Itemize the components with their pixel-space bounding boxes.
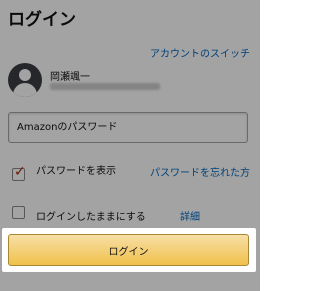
- show-password-label[interactable]: パスワードを表示: [36, 164, 116, 180]
- avatar-head: [19, 69, 31, 81]
- login-button-highlight: ログイン: [2, 228, 256, 272]
- page-title: ログイン: [8, 10, 76, 30]
- keep-signed-in-label[interactable]: ログインしたままにする: [36, 208, 146, 223]
- login-button[interactable]: ログイン: [8, 234, 249, 266]
- switch-account-link[interactable]: アカウントのスイッチ: [150, 45, 250, 60]
- user-name: 岡瀬颯一: [50, 72, 90, 83]
- details-link[interactable]: 詳細: [180, 208, 200, 223]
- password-input[interactable]: [8, 112, 248, 143]
- avatar-shoulders: [13, 83, 37, 97]
- avatar-icon: [8, 63, 42, 97]
- checkmark-icon: ✓: [14, 164, 26, 180]
- forgot-password-link[interactable]: パスワードを忘れた方: [150, 164, 250, 179]
- user-email-redacted: [50, 83, 160, 90]
- keep-signed-in-checkbox[interactable]: [12, 206, 25, 219]
- show-password-checkbox[interactable]: ✓: [12, 164, 26, 181]
